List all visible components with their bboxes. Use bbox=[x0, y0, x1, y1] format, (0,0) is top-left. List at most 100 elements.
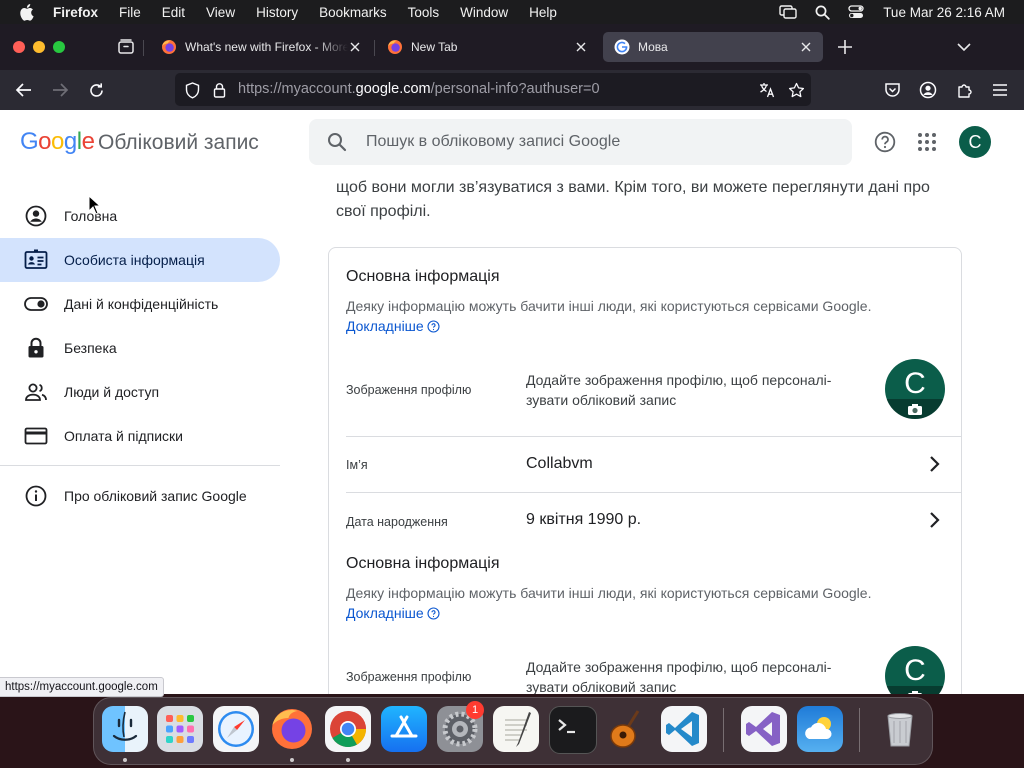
sidebar-item-data-privacy[interactable]: Дані й конфіденційність bbox=[0, 282, 280, 326]
google-logo[interactable]: Google bbox=[20, 128, 95, 156]
name-label: Ім’я bbox=[346, 458, 368, 472]
reload-icon[interactable] bbox=[86, 80, 106, 100]
mouse-cursor-icon bbox=[88, 195, 102, 215]
menu-tools[interactable]: Tools bbox=[408, 5, 440, 20]
menu-bookmarks[interactable]: Bookmarks bbox=[319, 5, 387, 20]
pocket-icon[interactable] bbox=[882, 80, 902, 100]
tab-active-google-account[interactable]: Мова bbox=[603, 32, 823, 62]
basic-info-card: Основна інформація Деяку інформацію можу… bbox=[328, 247, 962, 694]
learn-more-link[interactable]: Докладніше bbox=[346, 603, 440, 623]
menu-help[interactable]: Help bbox=[529, 5, 557, 20]
padlock-icon[interactable] bbox=[210, 81, 228, 99]
chevron-right-icon bbox=[930, 512, 940, 528]
screen-mirroring-icon[interactable] bbox=[779, 3, 797, 21]
sidebar-item-personal-info[interactable]: Особиста інформація bbox=[0, 238, 280, 282]
spotlight-search-icon[interactable] bbox=[813, 3, 831, 21]
profile-photo-avatar[interactable]: C bbox=[885, 646, 945, 694]
account-search-input[interactable]: Пошук в обліковому записі Google bbox=[309, 119, 852, 165]
web-page: Google Обліковий запис Пошук в обліковом… bbox=[0, 110, 1024, 694]
control-center-icon[interactable] bbox=[847, 3, 865, 21]
dock-separator bbox=[859, 708, 860, 752]
sidebar-item-home[interactable]: Головна bbox=[0, 194, 280, 238]
menu-view[interactable]: View bbox=[206, 5, 235, 20]
firefox-view-icon[interactable] bbox=[116, 37, 136, 57]
account-title[interactable]: Обліковий запис bbox=[98, 131, 259, 155]
tab-new-tab[interactable]: New Tab bbox=[376, 32, 598, 62]
account-circle-icon bbox=[24, 204, 48, 228]
sidebar-item-people-sharing[interactable]: Люди й доступ bbox=[0, 370, 280, 414]
profile-photo-text: Додайте зображення профілю, щоб персонал… bbox=[526, 372, 832, 408]
menu-bar: Firefox File Edit View History Bookmarks… bbox=[0, 0, 1024, 24]
window-zoom-button[interactable] bbox=[53, 41, 65, 53]
account-icon[interactable] bbox=[918, 80, 938, 100]
bookmark-star-icon[interactable] bbox=[787, 81, 805, 99]
learn-more-link[interactable]: Докладніше bbox=[346, 316, 440, 336]
birthday-row[interactable]: Дата народження 9 квітня 1990 р. bbox=[346, 493, 961, 548]
window-minimize-button[interactable] bbox=[33, 41, 45, 53]
apple-icon[interactable] bbox=[18, 3, 36, 21]
tab-close-icon[interactable] bbox=[799, 40, 813, 54]
menu-file[interactable]: File bbox=[119, 5, 141, 20]
profile-photo-row-repeat[interactable]: Зображення профілю Додайте зображення пр… bbox=[346, 646, 961, 694]
tab-close-icon[interactable] bbox=[348, 40, 362, 54]
google-apps-grid-icon[interactable] bbox=[915, 130, 939, 154]
back-arrow-icon[interactable] bbox=[14, 80, 34, 100]
dock-chrome-icon[interactable] bbox=[325, 706, 371, 752]
intro-text: щоб вони могли зв’язуватися з вами. Крім… bbox=[336, 179, 930, 220]
forward-arrow-icon[interactable] bbox=[50, 80, 70, 100]
tracking-protection-shield-icon[interactable] bbox=[183, 81, 201, 99]
dock-safari-icon[interactable] bbox=[213, 706, 259, 752]
toggle-icon bbox=[24, 292, 48, 316]
dock-trash-icon[interactable] bbox=[877, 706, 923, 752]
camera-icon bbox=[885, 686, 945, 694]
dock-app-store-icon[interactable] bbox=[381, 706, 427, 752]
help-icon[interactable] bbox=[873, 130, 897, 154]
camera-icon bbox=[885, 399, 945, 419]
help-circle-icon bbox=[427, 606, 440, 620]
google-favicon-icon bbox=[614, 39, 630, 55]
sidebar-item-label: Про обліковий запис Google bbox=[64, 488, 247, 504]
address-bar[interactable]: https://myaccount.google.com/personal-in… bbox=[175, 73, 811, 106]
menu-bar-clock[interactable]: Tue Mar 26 2:16 AM bbox=[883, 5, 1005, 20]
tab-title: New Tab bbox=[411, 40, 458, 54]
sidebar-item-label: Люди й доступ bbox=[64, 384, 160, 400]
birthday-value: 9 квітня 1990 р. bbox=[526, 511, 642, 528]
dock-launchpad-icon[interactable] bbox=[157, 706, 203, 752]
hamburger-menu-icon[interactable] bbox=[990, 80, 1010, 100]
url-text[interactable]: https://myaccount.google.com/personal-in… bbox=[238, 73, 600, 106]
tab-close-icon[interactable] bbox=[574, 40, 588, 54]
menu-window[interactable]: Window bbox=[460, 5, 508, 20]
firefox-favicon-icon bbox=[161, 39, 177, 55]
dock-weather-icon[interactable] bbox=[797, 706, 843, 752]
credit-card-icon bbox=[24, 424, 48, 448]
dock-terminal-icon[interactable] bbox=[549, 706, 597, 754]
tab-strip: What's new with Firefox - More New Tab М… bbox=[0, 24, 1024, 70]
menu-firefox[interactable]: Firefox bbox=[53, 5, 98, 20]
card-description: Деяку інформацію можуть бачити інші люди… bbox=[346, 298, 872, 336]
dock-garageband-icon[interactable] bbox=[605, 706, 651, 752]
account-avatar[interactable]: C bbox=[959, 126, 991, 158]
search-icon[interactable] bbox=[327, 132, 347, 152]
dock-visual-studio-icon[interactable] bbox=[741, 706, 787, 752]
running-indicator bbox=[123, 758, 127, 762]
dock-textedit-icon[interactable] bbox=[493, 706, 539, 752]
menu-edit[interactable]: Edit bbox=[162, 5, 185, 20]
dock-finder-icon[interactable] bbox=[102, 706, 148, 752]
translate-icon[interactable] bbox=[758, 81, 776, 99]
profile-photo-row[interactable]: Зображення профілю Додайте зображення пр… bbox=[346, 359, 961, 437]
window-close-button[interactable] bbox=[13, 41, 25, 53]
extensions-puzzle-icon[interactable] bbox=[954, 80, 974, 100]
dock-firefox-icon[interactable] bbox=[269, 706, 315, 752]
list-all-tabs-chevron-icon[interactable] bbox=[955, 39, 973, 55]
chevron-right-icon bbox=[930, 456, 940, 472]
sidebar-item-about[interactable]: Про обліковий запис Google bbox=[0, 474, 280, 518]
navigation-toolbar: https://myaccount.google.com/personal-in… bbox=[0, 70, 1024, 110]
sidebar-item-security[interactable]: Безпека bbox=[0, 326, 280, 370]
dock-vscode-icon[interactable] bbox=[661, 706, 707, 752]
menu-history[interactable]: History bbox=[256, 5, 298, 20]
new-tab-plus-icon[interactable] bbox=[836, 38, 854, 56]
name-row[interactable]: Ім’я Collabvm bbox=[346, 437, 961, 492]
profile-photo-avatar[interactable]: C bbox=[885, 359, 945, 419]
sidebar-item-payments[interactable]: Оплата й підписки bbox=[0, 414, 280, 458]
tab-whats-new-firefox[interactable]: What's new with Firefox - More bbox=[150, 32, 372, 62]
